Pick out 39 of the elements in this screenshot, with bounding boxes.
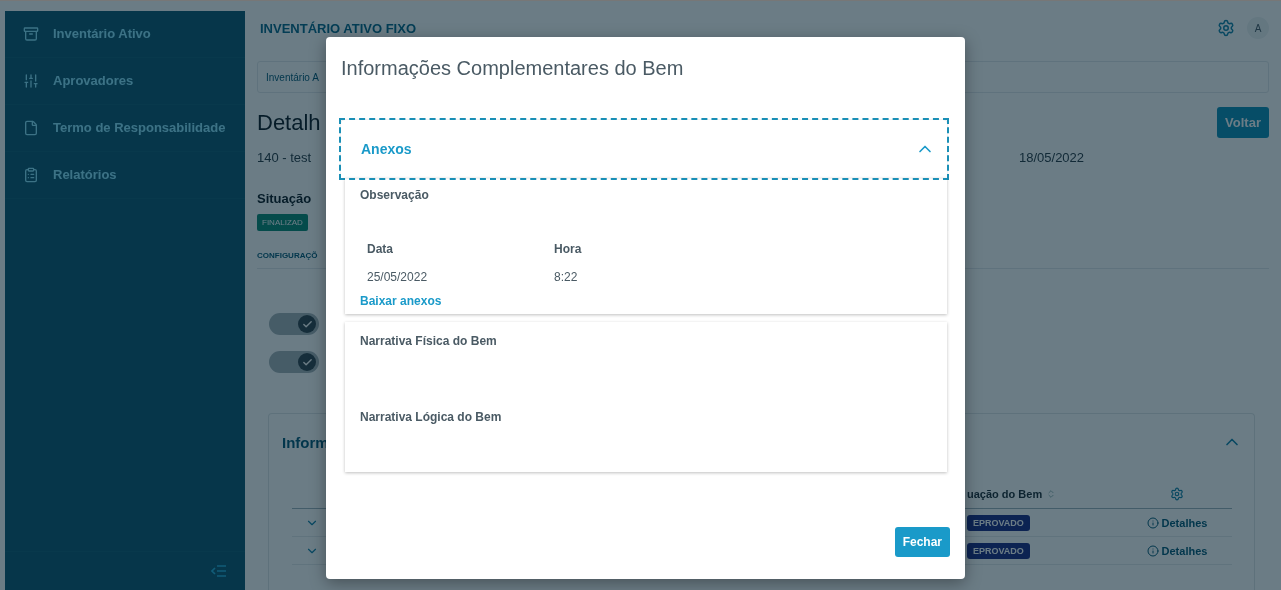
sort-icon[interactable]	[1046, 489, 1057, 499]
settings-icon[interactable]	[1217, 19, 1235, 37]
back-button[interactable]: Voltar	[1217, 107, 1269, 138]
collapse-menu-icon[interactable]	[211, 564, 227, 578]
sidebar-item-icon	[23, 120, 39, 136]
table-cell-text: 25/05/2022	[367, 270, 429, 284]
close-button[interactable]: Fechar	[894, 527, 950, 557]
column-header[interactable]: uação do Bem	[967, 488, 1122, 500]
date-text: 18/05/2022	[1019, 150, 1085, 165]
column-header: Data	[367, 242, 394, 256]
check-icon	[301, 356, 313, 368]
page-title: Detalh	[257, 109, 321, 136]
table-cell-text: 8:22	[554, 270, 579, 284]
modal-title: Informações Complementares do Bem	[341, 57, 685, 80]
section-label: CONFIGURAÇÕ	[257, 251, 318, 260]
asset-code: 140 - test	[257, 150, 313, 165]
field-label: Observação	[360, 188, 430, 202]
sidebar-item-icon	[23, 26, 39, 42]
sidebar-item-icon	[23, 167, 39, 183]
status-badge: EPROVADO	[967, 514, 1030, 531]
status-badge: FINALIZAD	[257, 214, 308, 231]
status-badge: EPROVADO	[967, 542, 1030, 559]
check-icon	[301, 318, 313, 330]
toggle-switch[interactable]	[269, 313, 319, 335]
details-link[interactable]: Detalhes	[1146, 516, 1208, 529]
info-icon	[1146, 516, 1159, 529]
accordion-header[interactable]: Anexos	[341, 120, 947, 178]
download-link[interactable]: Baixar anexos	[360, 294, 442, 308]
user-avatar[interactable]: A	[1247, 17, 1269, 39]
column-header: Hora	[554, 242, 583, 256]
field-label: Narrativa Física do Bem	[360, 334, 498, 348]
settings-icon[interactable]	[1170, 487, 1184, 501]
app-title: INVENTÁRIO ATIVO FIXO	[260, 20, 416, 36]
sidebar-item-icon	[23, 73, 39, 89]
field-label: Narrativa Lógica do Bem	[360, 410, 503, 424]
status-label: Situação	[257, 191, 312, 206]
toggle-switch[interactable]	[269, 351, 319, 373]
details-link[interactable]: Detalhes	[1146, 544, 1208, 557]
info-icon	[1146, 544, 1159, 557]
